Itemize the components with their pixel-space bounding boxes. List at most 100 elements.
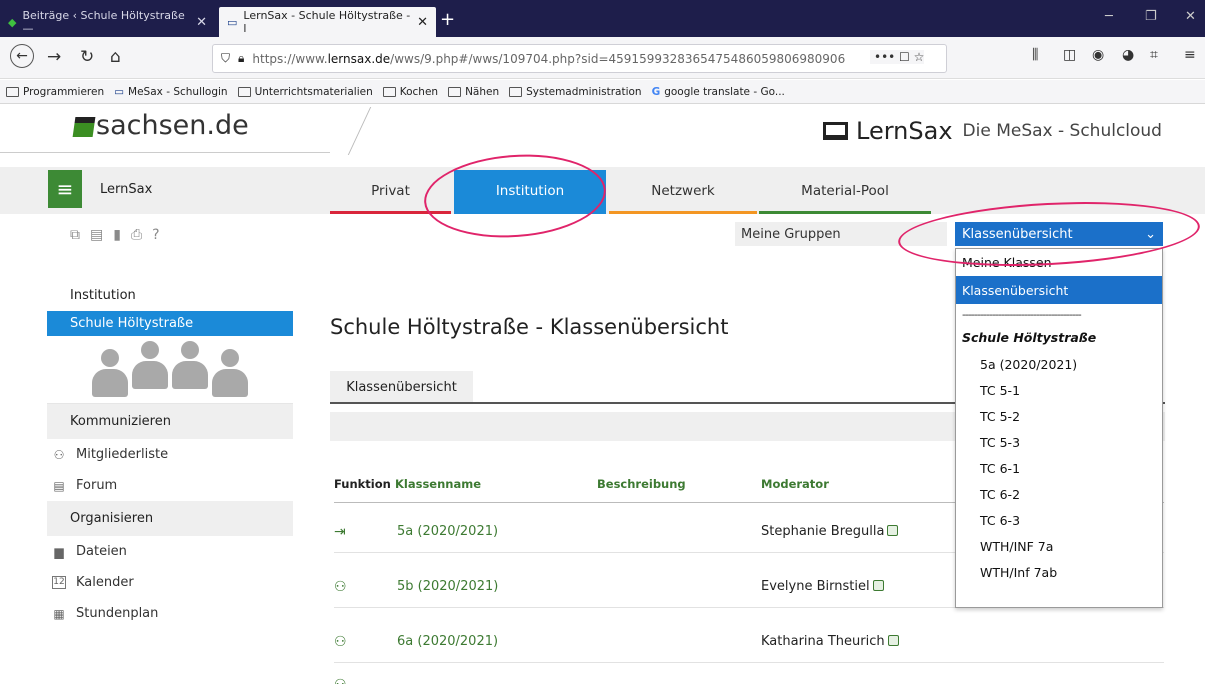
minimize-button[interactable]: ─	[1105, 9, 1113, 24]
vcard-icon[interactable]	[872, 580, 884, 591]
join-icon[interactable]: ⚇	[334, 677, 347, 684]
lernsax-logo[interactable]: LernSax Die MeSax - Schulcloud	[823, 117, 1162, 145]
vcard-icon[interactable]	[887, 635, 899, 646]
dropdown-option[interactable]: WTH/Inf 7ab	[956, 559, 1162, 585]
page-title: Schule Höltystraße - Klassenübersicht	[330, 315, 729, 339]
table-cell-classname[interactable]: 5a (2020/2021)	[397, 524, 498, 539]
folder-icon	[509, 86, 523, 97]
extension-icon[interactable]: ◕	[1122, 47, 1134, 63]
column-header-moderator[interactable]: Moderator	[761, 477, 829, 491]
bookmark-icon[interactable]: ▮	[113, 227, 121, 243]
sidebar-icon[interactable]: ◫	[1063, 47, 1076, 63]
tab-netzwerk[interactable]: Netzwerk	[609, 170, 757, 214]
table-cell-moderator: Katharina Theurich	[761, 634, 899, 649]
enter-icon[interactable]: ⇥	[334, 524, 346, 540]
shield-icon: ⛉	[221, 51, 231, 65]
column-header-funktion: Funktion	[334, 477, 391, 491]
folder-icon	[237, 86, 251, 97]
sachsen-logo[interactable]: sachsen.de	[72, 110, 249, 141]
vcard-icon[interactable]	[887, 525, 899, 536]
dropdown-option[interactable]: TC 5-2	[956, 403, 1162, 429]
close-icon[interactable]: ✕	[196, 15, 207, 30]
calendar-icon: 12	[52, 576, 66, 589]
menu-icon[interactable]: ≡	[1184, 47, 1196, 63]
nav-label: LernSax	[100, 182, 153, 197]
sidebar: Institution Schule Höltystraße Kommunizi…	[47, 280, 293, 629]
sidebar-item-schule[interactable]: Schule Höltystraße	[47, 311, 293, 336]
dropdown-option[interactable]: TC 6-2	[956, 481, 1162, 507]
page-content: sachsen.de LernSax Die MeSax - Schulclou…	[0, 105, 1205, 684]
dropdown-option[interactable]: TC 6-1	[956, 455, 1162, 481]
url-bar[interactable]: ⛉ 🔒︎ https://www. lernsax.de/wws/9.php#/w…	[212, 44, 947, 73]
bookmarks-bar: Programmieren ▭ MeSax - Schullogin Unterr…	[0, 80, 1205, 104]
annotation-circle-institution	[421, 148, 609, 244]
page-actions[interactable]: ••• ☐ ☆	[870, 50, 925, 64]
browser-tab-lernsax[interactable]: ▭ LernSax - Schule Höltystraße - l ✕	[219, 7, 436, 37]
group-avatars	[47, 336, 293, 404]
table-cell-classname[interactable]: 5b (2020/2021)	[397, 579, 498, 594]
dropdown-option-selected[interactable]: Klassenübersicht	[956, 276, 1162, 304]
tab-klassenuebersicht[interactable]: Klassenübersicht	[330, 371, 473, 403]
dropdown-option[interactable]: TC 6-3	[956, 507, 1162, 533]
dropdown-option[interactable]: TC 5-3	[956, 429, 1162, 455]
join-icon[interactable]: ⚇	[334, 634, 347, 650]
sitemap-icon[interactable]: ⧉	[70, 227, 80, 243]
bookmark-item[interactable]: Nähen	[448, 86, 499, 98]
column-header-klassenname[interactable]: Klassenname	[395, 477, 481, 491]
folder-icon	[6, 86, 19, 97]
bookmark-item[interactable]: Unterrichtsmaterialien	[237, 86, 373, 98]
tab-label: Beiträge ‹ Schule Höltystraße —	[22, 9, 185, 35]
bookmark-item[interactable]: Systemadministration	[509, 85, 642, 98]
maximize-button[interactable]: ❐	[1145, 9, 1157, 24]
browser-tab-beitraege[interactable]: ◆ Beiträge ‹ Schule Höltystraße — ✕	[0, 7, 215, 37]
bookmark-item[interactable]: Programmieren	[6, 86, 104, 98]
lock-icon: 🔒︎	[238, 51, 245, 65]
sidebar-item-dateien[interactable]: ▆ Dateien	[47, 536, 293, 567]
close-icon[interactable]: ✕	[417, 15, 428, 30]
browser-tab-bar: ◆ Beiträge ‹ Schule Höltystraße — ✕ ▭ Le…	[0, 0, 1205, 37]
bookmark-item[interactable]: Ggoogle translate - Go...	[652, 86, 785, 98]
bookmark-label: Systemadministration	[526, 85, 642, 98]
forward-button[interactable]: →	[47, 47, 61, 67]
notes-icon[interactable]: ▤	[90, 227, 103, 243]
reload-icon[interactable]: ↻	[80, 47, 94, 67]
avatar	[91, 349, 129, 399]
sidebar-item-forum[interactable]: ▤ Forum	[47, 470, 293, 501]
folder-icon	[382, 86, 396, 97]
library-icon[interactable]: ⫼	[1032, 47, 1038, 63]
sidebar-item-label: Forum	[76, 478, 118, 493]
sidebar-item-label: Dateien	[76, 544, 127, 559]
sidebar-item-label: Kalender	[76, 575, 134, 590]
dropdown-option[interactable]: TC 5-1	[956, 377, 1162, 403]
section-kommunizieren: Kommunizieren	[47, 404, 293, 439]
tab-material-pool[interactable]: Material-Pool	[759, 170, 931, 214]
sachsen-logo-text: sachsen.de	[96, 110, 249, 141]
hamburger-menu-button[interactable]: ≡	[48, 170, 82, 208]
sidebar-item-kalender[interactable]: 12 Kalender	[47, 567, 293, 598]
help-icon[interactable]: ?	[152, 227, 159, 243]
sidebar-item-stundenplan[interactable]: ▦ Stundenplan	[47, 598, 293, 629]
table-cell-classname[interactable]: 6a (2020/2021)	[397, 634, 498, 649]
grid-icon[interactable]: ⌗	[1150, 47, 1158, 63]
classes-dropdown-list: Meine Klassen Klassenübersicht ---------…	[955, 248, 1163, 608]
url-prefix: https://www.	[252, 51, 328, 66]
join-icon[interactable]: ⚇	[334, 579, 347, 595]
account-icon[interactable]: ◉	[1092, 47, 1104, 63]
bookmark-item[interactable]: ▭ MeSax - Schullogin	[114, 86, 227, 98]
forum-icon: ▤	[53, 479, 65, 493]
close-window-button[interactable]: ✕	[1185, 9, 1196, 24]
new-tab-button[interactable]: +	[440, 9, 455, 30]
dropdown-option[interactable]: WTH/INF 7a	[956, 533, 1162, 559]
print-icon[interactable]: ⎙	[131, 227, 142, 243]
bookmark-item[interactable]: Kochen	[382, 86, 438, 98]
toolbar-icons: ⧉ ▤ ▮ ⎙ ?	[70, 227, 160, 243]
moderator-name: Katharina Theurich	[761, 634, 885, 649]
table-cell-moderator: Stephanie Bregulla	[761, 524, 899, 539]
column-header-beschreibung[interactable]: Beschreibung	[597, 477, 686, 491]
back-button[interactable]: ←	[10, 44, 34, 68]
avatar	[131, 341, 169, 399]
table-cell-moderator: Evelyne Birnstiel	[761, 579, 884, 594]
dropdown-option[interactable]: 5a (2020/2021)	[956, 351, 1162, 377]
home-icon[interactable]: ⌂	[110, 47, 121, 67]
sidebar-item-mitgliederliste[interactable]: ⚇ Mitgliederliste	[47, 439, 293, 470]
